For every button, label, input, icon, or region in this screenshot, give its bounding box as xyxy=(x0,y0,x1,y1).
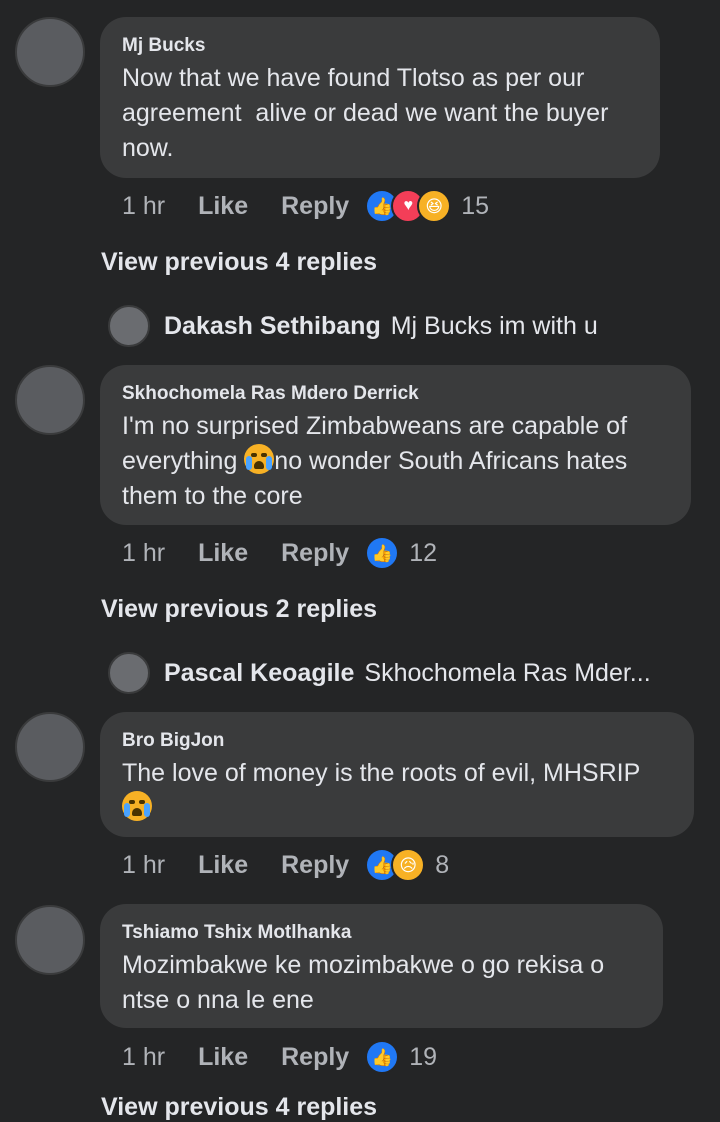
reply-preview[interactable]: Pascal Keoagile Skhochomela Ras Mder... xyxy=(108,651,651,695)
reply-text: Mj Bucks im with u xyxy=(390,311,598,340)
timestamp[interactable]: 1 hr xyxy=(122,1043,165,1072)
comment-text: Mozimbakwe ke mozimbakwe o go rekisa o n… xyxy=(122,951,612,1014)
reaction-count: 12 xyxy=(409,538,438,567)
comment-bubble: Skhochomela Ras Mdero Derrick I'm no sur… xyxy=(100,365,691,525)
like-button[interactable]: Like xyxy=(198,192,248,221)
comment-author[interactable]: Skhochomela Ras Mdero Derrick xyxy=(122,381,669,407)
like-reaction-icon: 👍 xyxy=(365,536,400,570)
reactions[interactable]: 👍 😥 8 xyxy=(365,848,449,882)
timestamp[interactable]: 1 hr xyxy=(122,539,165,568)
comment-author[interactable]: Bro BigJon xyxy=(122,728,672,754)
reply-button[interactable]: Reply xyxy=(281,1043,349,1072)
reactions[interactable]: 👍 12 xyxy=(365,536,437,570)
view-previous-replies[interactable]: View previous 2 replies xyxy=(101,595,377,624)
comment-text: The love of money is the roots of evil, … xyxy=(122,756,672,826)
crying-emoji-icon xyxy=(244,444,275,474)
avatar[interactable] xyxy=(15,712,85,782)
like-button[interactable]: Like xyxy=(198,539,248,568)
timestamp[interactable]: 1 hr xyxy=(122,192,165,221)
reply-author[interactable]: Dakash Sethibang xyxy=(164,312,381,341)
comment-meta: 1 hr Like Reply 👍 😥 8 xyxy=(122,845,449,885)
comment-meta: 1 hr Like Reply 👍 ♥ 😆 15 xyxy=(122,186,489,226)
reply-text: Skhochomela Ras Mder... xyxy=(364,658,651,687)
reaction-count: 8 xyxy=(435,850,450,879)
haha-reaction-icon: 😆 xyxy=(417,189,452,223)
reply-preview[interactable]: Dakash Sethibang Mj Bucks im with u xyxy=(108,304,598,348)
like-reaction-icon: 👍 xyxy=(365,1040,400,1074)
reply-avatar[interactable] xyxy=(108,305,150,347)
comment-text: I'm no surprised Zimbabweans are capable… xyxy=(122,409,669,514)
sad-reaction-icon: 😥 xyxy=(391,848,426,882)
reply-button[interactable]: Reply xyxy=(281,851,349,880)
comment-bubble: Mj Bucks Now that we have found Tlotso a… xyxy=(100,17,660,178)
avatar[interactable] xyxy=(15,365,85,435)
reply-button[interactable]: Reply xyxy=(281,539,349,568)
reply-button[interactable]: Reply xyxy=(281,192,349,221)
comment-text-part: The love of money is the roots of evil, … xyxy=(122,759,641,787)
comment-meta: 1 hr Like Reply 👍 12 xyxy=(122,533,437,573)
comment-bubble: Bro BigJon The love of money is the root… xyxy=(100,712,694,837)
comment-author[interactable]: Tshiamo Tshix Motlhanka xyxy=(122,920,641,946)
comment-author[interactable]: Mj Bucks xyxy=(122,33,638,59)
comment-meta: 1 hr Like Reply 👍 19 xyxy=(122,1037,437,1077)
like-button[interactable]: Like xyxy=(198,1043,248,1072)
avatar[interactable] xyxy=(15,17,85,87)
view-previous-replies[interactable]: View previous 4 replies xyxy=(101,248,377,277)
comment-text: Now that we have found Tlotso as per our… xyxy=(122,64,616,162)
reaction-count: 19 xyxy=(409,1042,438,1071)
reply-avatar[interactable] xyxy=(108,652,150,694)
crying-emoji-icon xyxy=(122,791,152,821)
reactions[interactable]: 👍 19 xyxy=(365,1040,437,1074)
like-button[interactable]: Like xyxy=(198,851,248,880)
reactions[interactable]: 👍 ♥ 😆 15 xyxy=(365,189,489,223)
reply-author[interactable]: Pascal Keoagile xyxy=(164,659,354,688)
timestamp[interactable]: 1 hr xyxy=(122,851,165,880)
avatar[interactable] xyxy=(15,905,85,975)
comment-bubble: Tshiamo Tshix Motlhanka Mozimbakwe ke mo… xyxy=(100,904,663,1028)
view-previous-replies[interactable]: View previous 4 replies xyxy=(101,1093,377,1122)
reaction-count: 15 xyxy=(461,191,490,220)
